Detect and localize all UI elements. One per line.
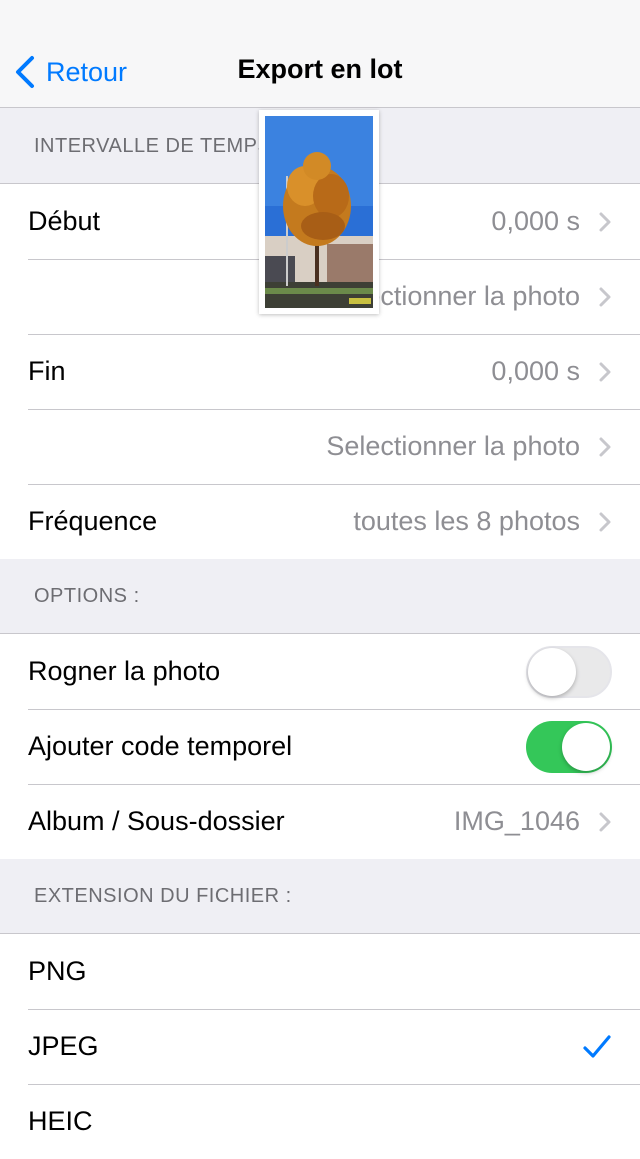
start-value: 0,000 s xyxy=(491,206,580,236)
heic-label: HEIC xyxy=(28,1106,93,1136)
jpeg-label: JPEG xyxy=(28,1031,99,1061)
page-title: Export en lot xyxy=(237,54,403,84)
row-crop-photo: Rogner la photo xyxy=(0,634,640,709)
chevron-right-icon xyxy=(599,362,611,381)
chevron-right-icon xyxy=(599,512,611,531)
options-group: Rogner la photo Ajouter code temporel Al… xyxy=(0,633,640,860)
end-select-photo: Selectionner la photo xyxy=(326,431,580,461)
row-timecode: Ajouter code temporel xyxy=(0,709,640,784)
chevron-right-icon xyxy=(599,212,611,231)
chevron-right-icon xyxy=(599,437,611,456)
timecode-toggle[interactable] xyxy=(526,720,612,773)
crop-photo-toggle[interactable] xyxy=(526,645,612,698)
chevron-right-icon xyxy=(599,287,611,306)
section-header-extension: EXTENSION DU FICHIER : xyxy=(0,859,640,934)
frequency-label: Fréquence xyxy=(28,506,158,536)
row-png[interactable]: PNG xyxy=(0,934,640,1009)
row-frequency[interactable]: Fréquence toutes les 8 photos xyxy=(0,484,640,559)
end-label: Fin xyxy=(28,356,66,386)
tree-photo-image xyxy=(265,116,373,308)
row-album[interactable]: Album / Sous-dossier IMG_1046 xyxy=(0,784,640,859)
album-label: Album / Sous-dossier xyxy=(28,806,285,836)
toggle-knob xyxy=(528,647,576,696)
png-label: PNG xyxy=(28,956,87,986)
navigation-bar: Retour Export en lot xyxy=(0,0,640,108)
extension-group: PNG JPEG HEIC xyxy=(0,933,640,1159)
toggle-knob xyxy=(562,722,610,771)
row-end-select-photo[interactable]: Selectionner la photo xyxy=(0,409,640,484)
end-value: 0,000 s xyxy=(491,356,580,386)
row-jpeg[interactable]: JPEG xyxy=(0,1009,640,1084)
row-end[interactable]: Fin 0,000 s xyxy=(0,334,640,409)
album-value: IMG_1046 xyxy=(453,806,580,836)
crop-photo-label: Rogner la photo xyxy=(28,656,221,686)
chevron-right-icon xyxy=(599,812,611,831)
section-header-options: OPTIONS : xyxy=(0,559,640,634)
row-heic[interactable]: HEIC xyxy=(0,1084,640,1159)
frequency-value: toutes les 8 photos xyxy=(353,506,580,536)
timecode-label: Ajouter code temporel xyxy=(28,731,293,761)
photo-thumbnail[interactable] xyxy=(259,110,379,314)
checkmark-icon xyxy=(583,1034,611,1058)
